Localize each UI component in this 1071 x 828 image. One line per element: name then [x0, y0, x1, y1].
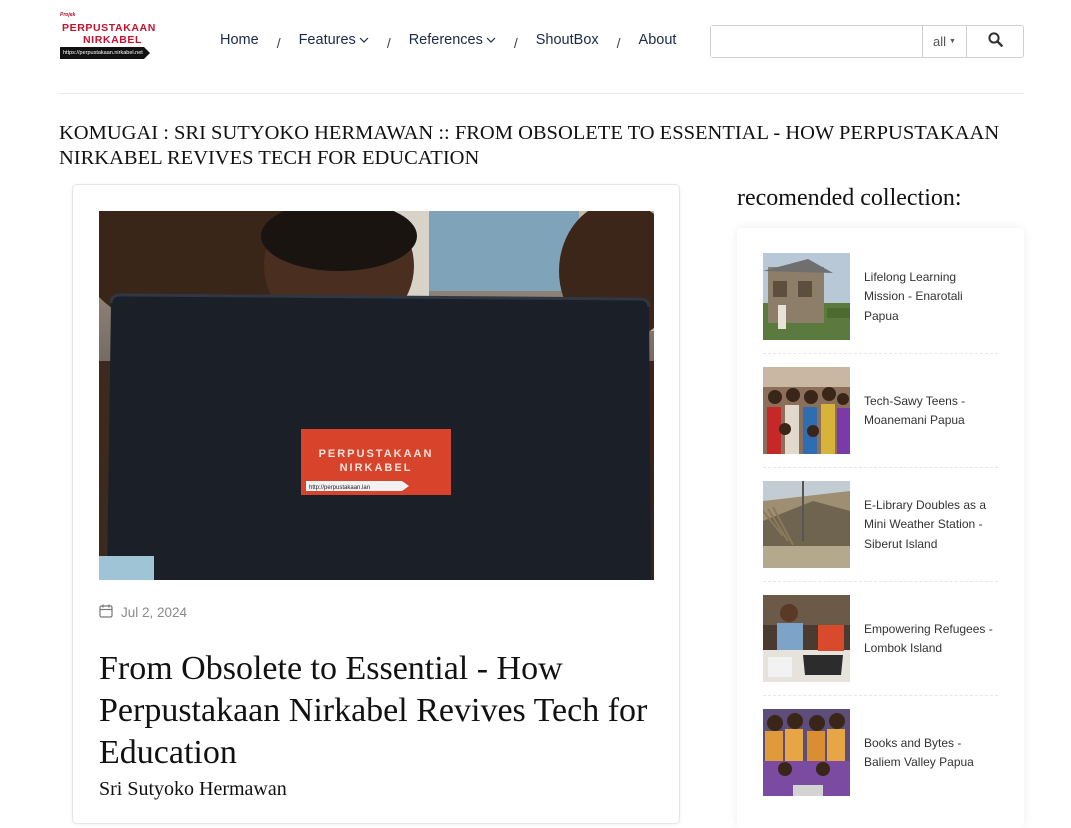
calendar-icon [99, 604, 113, 621]
page-title: KOMUGAI : SRI SUTYOKO HERMAWAN :: FROM O… [59, 122, 1000, 169]
recommended-thumbnail[interactable] [763, 253, 850, 340]
search-button[interactable] [967, 26, 1023, 57]
article-date-text: Jul 2, 2024 [121, 605, 188, 620]
recommended-item[interactable]: Lifelong Learning Mission - Enarotali Pa… [763, 253, 998, 341]
recommended-item-label: Tech-Sawy Teens - Moanemani Papua [864, 393, 966, 428]
laptop-sticker-url: http://perpustakaan.lan [309, 485, 370, 491]
logo-line-1: PERPUSTAKAAN [62, 22, 156, 34]
logo-url: https://perpustakaan.nirkabel.net [60, 47, 150, 59]
recommended-item[interactable]: Empowering Refugees - Lombok Island [763, 595, 998, 683]
laptop-sticker-line-1: PERPUSTAKAAN [319, 448, 434, 460]
chevron-down-icon [359, 36, 369, 47]
nav-about[interactable]: About [639, 32, 677, 48]
logo-line-2: NIRKABEL [83, 34, 143, 46]
search-icon [987, 31, 1003, 52]
main-nav: Home / Features / References / ShoutBox … [220, 32, 677, 51]
caret-down-icon: ▼ [949, 38, 956, 45]
nav-features-label: Features [298, 32, 356, 48]
nav-separator: / [276, 35, 281, 51]
recommended-thumbnail[interactable] [763, 709, 850, 796]
recommended-item[interactable]: Books and Bytes - Baliem Valley Papua [763, 709, 998, 797]
site-logo[interactable]: Projek PERPUSTAKAAN NIRKABEL https://per… [60, 12, 162, 60]
article-date: Jul 2, 2024 [99, 604, 187, 621]
recommended-heading: recomended collection: [737, 185, 962, 211]
search-bar: all ▼ [710, 25, 1024, 58]
chevron-down-icon [486, 36, 496, 47]
recommended-item-label: Empowering Refugees - Lombok Island [864, 621, 993, 656]
nav-home[interactable]: Home [220, 32, 259, 48]
article-author[interactable]: Sri Sutyoko Hermawan [99, 778, 287, 801]
nav-separator: / [513, 35, 518, 51]
item-divider [763, 467, 998, 468]
recommended-item[interactable]: Tech-Sawy Teens - Moanemani Papua [763, 367, 998, 455]
recommended-item-label: Lifelong Learning Mission - Enarotali Pa… [864, 269, 963, 323]
recommended-thumbnail[interactable] [763, 481, 850, 568]
item-divider [763, 581, 998, 582]
header-divider [59, 93, 1024, 94]
laptop-sticker-line-2: NIRKABEL [340, 462, 413, 474]
logo-tagline: Projek [60, 12, 76, 18]
nav-features[interactable]: Features [299, 32, 369, 48]
nav-shoutbox[interactable]: ShoutBox [536, 32, 599, 48]
nav-home-label: Home [220, 32, 259, 48]
nav-separator: / [386, 35, 391, 51]
nav-references[interactable]: References [409, 32, 496, 48]
recommended-item[interactable]: E-Library Doubles as a Mini Weather Stat… [763, 481, 998, 569]
search-input[interactable] [711, 26, 923, 57]
search-scope-select[interactable]: all ▼ [923, 26, 967, 57]
nav-separator: / [616, 35, 621, 51]
article-title: From Obsolete to Essential - How Perpust… [99, 650, 648, 771]
search-scope-value: all [933, 34, 947, 49]
recommended-thumbnail[interactable] [763, 367, 850, 454]
item-divider [763, 353, 998, 354]
nav-about-label: About [638, 32, 677, 48]
article-photo[interactable]: PERPUSTAKAAN NIRKABEL http://perpustakaa… [99, 211, 654, 580]
recommended-item-label: E-Library Doubles as a Mini Weather Stat… [864, 497, 987, 551]
nav-shoutbox-label: ShoutBox [535, 32, 599, 48]
recommended-thumbnail[interactable] [763, 595, 850, 682]
nav-references-label: References [408, 32, 483, 48]
item-divider [763, 695, 998, 696]
recommended-item-label: Books and Bytes - Baliem Valley Papua [864, 735, 974, 770]
